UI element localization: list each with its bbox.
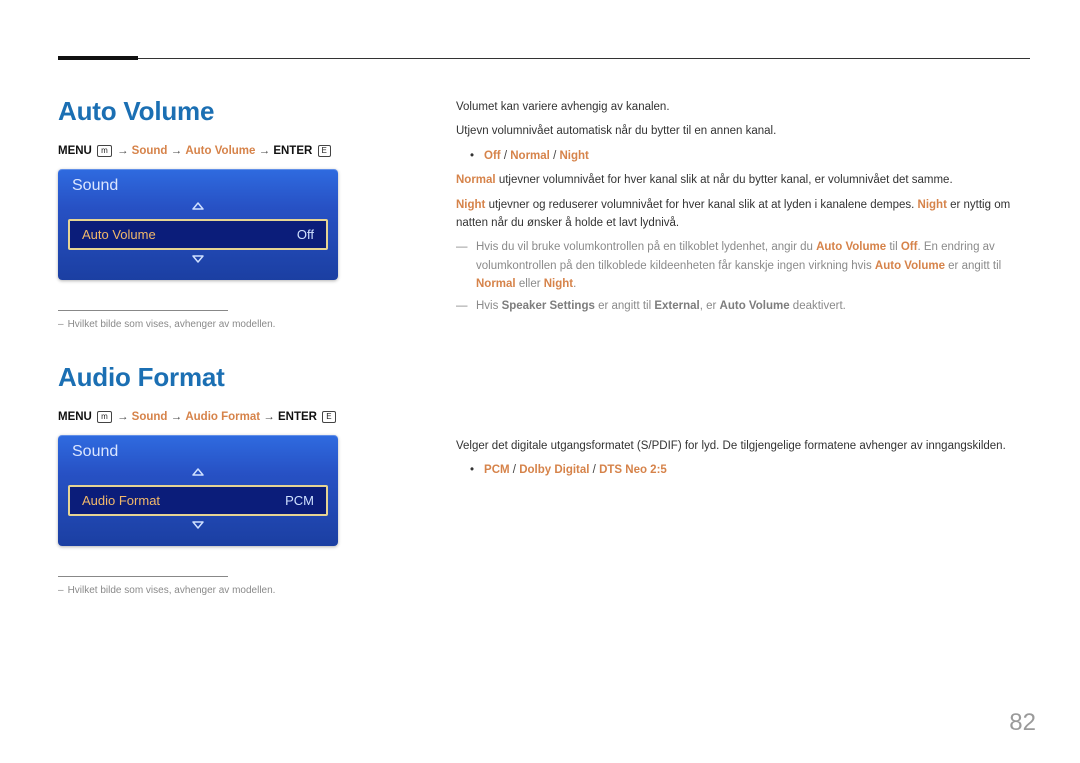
note-text: Hvis Speaker Settings er angitt til Exte… <box>456 297 1030 315</box>
sound-menu-auto-volume: Sound Auto Volume Off <box>58 169 338 280</box>
nav-path-auto-volume: MENU m → Sound → Auto Volume → ENTER E <box>58 145 396 157</box>
chevron-up-icon <box>58 199 338 217</box>
menu-row-value: Off <box>297 227 314 242</box>
body-text: Night utjevner og reduserer volumnivået … <box>456 196 1030 233</box>
body-text: Velger det digitale utgangsformatet (S/P… <box>456 437 1030 455</box>
menu-row-auto-volume[interactable]: Auto Volume Off <box>68 219 328 250</box>
options-list: • PCM / Dolby Digital / DTS Neo 2:5 <box>470 461 1030 479</box>
menu-row-value: PCM <box>285 493 314 508</box>
menu-row-label: Audio Format <box>82 493 160 508</box>
sound-menu-audio-format: Sound Audio Format PCM <box>58 435 338 546</box>
enter-icon: E <box>322 411 335 423</box>
footnote: –Hvilket bilde som vises, avhenger av mo… <box>58 583 396 598</box>
body-text: Volumet kan variere avhengig av kanalen. <box>456 98 1030 116</box>
body-text: Normal utjevner volumnivået for hver kan… <box>456 171 1030 189</box>
enter-icon: E <box>318 145 331 157</box>
auto-volume-body: Volumet kan variere avhengig av kanalen.… <box>456 98 1030 315</box>
audio-format-body: Velger det digitale utgangsformatet (S/P… <box>456 437 1030 480</box>
menu-row-audio-format[interactable]: Audio Format PCM <box>68 485 328 516</box>
chevron-down-icon <box>58 518 338 536</box>
options-list: • Off / Normal / Night <box>470 147 1030 165</box>
body-text: Utjevn volumnivået automatisk når du byt… <box>456 122 1030 140</box>
header-rule <box>58 48 1030 72</box>
menu-header: Sound <box>58 435 338 465</box>
nav-path-audio-format: MENU m → Sound → Audio Format → ENTER E <box>58 411 396 423</box>
menu-header: Sound <box>58 169 338 199</box>
note-text: Hvis du vil bruke volumkontrollen på en … <box>456 238 1030 293</box>
chevron-up-icon <box>58 465 338 483</box>
menu-icon: m <box>97 411 112 423</box>
menu-icon: m <box>97 145 112 157</box>
section-title-auto-volume: Auto Volume <box>58 96 396 127</box>
section-title-audio-format: Audio Format <box>58 362 396 393</box>
chevron-down-icon <box>58 252 338 270</box>
page-number: 82 <box>1009 709 1036 737</box>
footnote: –Hvilket bilde som vises, avhenger av mo… <box>58 317 396 332</box>
menu-row-label: Auto Volume <box>82 227 156 242</box>
